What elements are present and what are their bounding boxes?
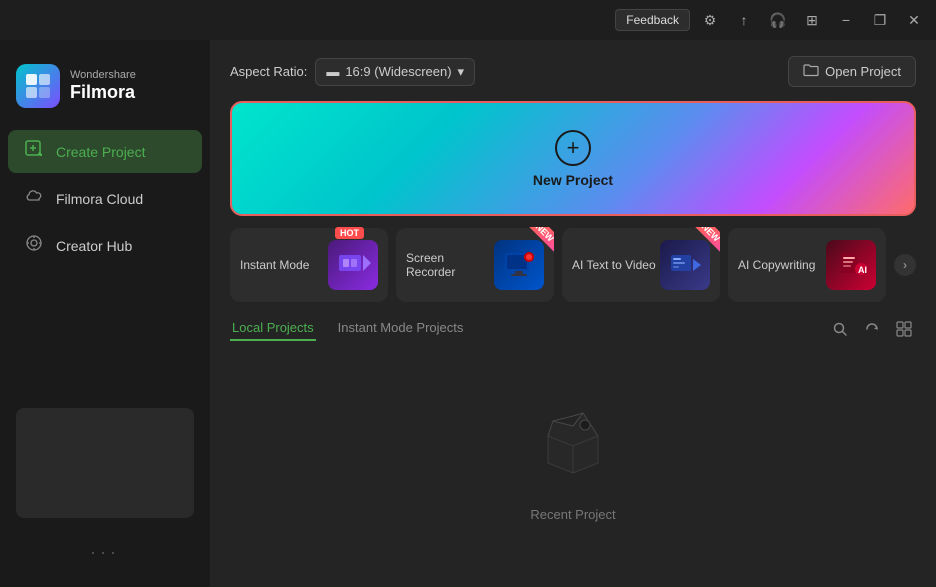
tab-instant-mode-projects[interactable]: Instant Mode Projects — [336, 316, 466, 341]
instant-mode-label: Instant Mode — [240, 258, 309, 272]
search-icon[interactable] — [828, 317, 852, 341]
create-project-icon — [24, 140, 44, 163]
tab-separator — [320, 316, 332, 341]
aspect-ratio-selector: Aspect Ratio: ▬ 16:9 (Widescreen) ▾ — [230, 58, 475, 86]
main-layout: Wondershare Filmora Create Project — [0, 40, 936, 587]
projects-actions — [828, 317, 916, 341]
logo-brand: Wondershare — [70, 69, 136, 82]
new-project-plus-icon: + — [555, 130, 591, 166]
aspect-ratio-label: Aspect Ratio: — [230, 64, 307, 79]
cards-scroll-right-button[interactable]: › — [894, 254, 916, 276]
badge-hot: HOT — [335, 227, 364, 239]
aspect-ratio-value: 16:9 (Widescreen) — [345, 64, 451, 79]
sidebar-item-create-project[interactable]: Create Project — [8, 130, 202, 173]
logo-text: Wondershare Filmora — [70, 69, 136, 104]
instant-mode-icon — [328, 240, 378, 290]
ai-copy-icon: AI — [826, 240, 876, 290]
grid-icon[interactable]: ⊞ — [798, 6, 826, 34]
new-project-label: New Project — [533, 172, 613, 188]
projects-header: Local Projects Instant Mode Projects — [230, 316, 916, 341]
feature-card-ai-copywriting[interactable]: AI Copywriting AI — [728, 228, 886, 302]
svg-text:AI: AI — [858, 265, 867, 275]
feature-cards-row: HOT Instant Mode NEW — [230, 228, 916, 302]
sidebar: Wondershare Filmora Create Project — [0, 40, 210, 587]
sidebar-thumbnail — [16, 408, 194, 518]
projects-tabs: Local Projects Instant Mode Projects — [230, 316, 465, 341]
maximize-button[interactable]: ❐ — [866, 6, 894, 34]
title-bar: Feedback ⚙ ↑ 🎧 ⊞ − ❐ ✕ — [0, 0, 936, 40]
sidebar-dots: ··· — [0, 534, 210, 571]
open-project-button[interactable]: Open Project — [788, 56, 916, 87]
cloud-icon — [24, 187, 44, 210]
sidebar-item-label-create: Create Project — [56, 144, 145, 160]
logo-area: Wondershare Filmora — [0, 56, 210, 128]
upload-icon[interactable]: ↑ — [730, 6, 758, 34]
sidebar-item-label-cloud: Filmora Cloud — [56, 191, 143, 207]
open-project-label: Open Project — [825, 64, 901, 79]
empty-box-icon — [533, 401, 613, 497]
ai-text-to-video-label: AI Text to Video — [572, 258, 656, 272]
empty-label: Recent Project — [530, 507, 615, 522]
logo-icon — [16, 64, 60, 108]
screen-recorder-label: Screen Recorder — [406, 251, 494, 279]
top-bar: Aspect Ratio: ▬ 16:9 (Widescreen) ▾ Open… — [230, 56, 916, 87]
feature-card-screen-recorder[interactable]: NEW Screen Recorder — [396, 228, 554, 302]
feature-card-instant-mode[interactable]: HOT Instant Mode — [230, 228, 388, 302]
minimize-button[interactable]: − — [832, 6, 860, 34]
open-project-folder-icon — [803, 63, 819, 80]
content-area: Aspect Ratio: ▬ 16:9 (Widescreen) ▾ Open… — [210, 40, 936, 587]
tab-local-projects[interactable]: Local Projects — [230, 316, 316, 341]
sidebar-item-filmora-cloud[interactable]: Filmora Cloud — [8, 177, 202, 220]
aspect-ratio-dropdown[interactable]: ▬ 16:9 (Widescreen) ▾ — [315, 58, 475, 86]
logo-name: Filmora — [70, 82, 136, 104]
settings-icon[interactable]: ⚙ — [696, 6, 724, 34]
creator-hub-icon — [24, 234, 44, 257]
feature-card-ai-text-to-video[interactable]: NEW AI Text to Video — [562, 228, 720, 302]
close-button[interactable]: ✕ — [900, 6, 928, 34]
empty-state: Recent Project — [230, 351, 916, 571]
aspect-ratio-icon: ▬ — [326, 64, 339, 79]
ai-copywriting-label: AI Copywriting — [738, 258, 815, 272]
headset-icon[interactable]: 🎧 — [764, 6, 792, 34]
chevron-down-icon: ▾ — [458, 64, 465, 80]
sidebar-item-creator-hub[interactable]: Creator Hub — [8, 224, 202, 267]
feedback-button[interactable]: Feedback — [615, 9, 690, 31]
refresh-icon[interactable] — [860, 317, 884, 341]
sidebar-item-label-hub: Creator Hub — [56, 238, 132, 254]
view-toggle-icon[interactable] — [892, 317, 916, 341]
new-project-banner[interactable]: + New Project — [230, 101, 916, 216]
